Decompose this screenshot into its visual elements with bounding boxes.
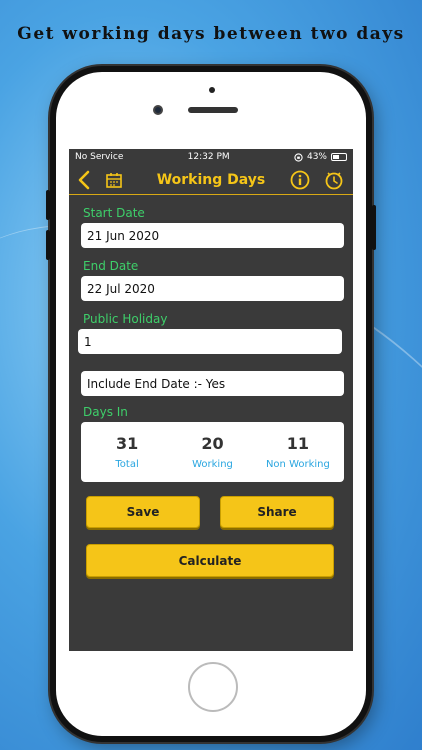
battery-icon (330, 153, 347, 161)
days-summary-card: 31 Total 20 Working 11 Non Working (81, 422, 344, 482)
home-button[interactable] (188, 662, 238, 712)
phone-frame: No Service 12:32 PM 43% Working Days Sta… (50, 66, 372, 742)
total-days-value: 31 (115, 434, 139, 453)
total-days-caption: Total (115, 459, 139, 470)
front-camera (153, 105, 163, 115)
volume-up-button (46, 190, 50, 220)
earpiece-speaker (188, 107, 238, 113)
share-button[interactable]: Share (220, 496, 334, 528)
battery-percent: 43% (306, 152, 327, 162)
end-date-label: End Date (83, 259, 139, 273)
app-screen: No Service 12:32 PM 43% Working Days Sta… (69, 149, 353, 651)
days-in-label: Days In (83, 405, 128, 419)
non-working-days-value: 11 (286, 434, 310, 453)
page-title: Working Days (156, 171, 266, 188)
working-days-caption: Working (192, 459, 233, 470)
start-date-label: Start Date (83, 206, 145, 220)
volume-down-button (46, 230, 50, 260)
end-date-field[interactable]: 22 Jul 2020 (81, 276, 344, 301)
carrier-text: No Service (75, 152, 124, 162)
promo-headline: Get working days between two days (17, 24, 405, 44)
clock-icon[interactable] (324, 170, 344, 190)
include-end-date-selector[interactable]: Include End Date :- Yes (81, 371, 344, 396)
power-button (372, 205, 376, 250)
save-button[interactable]: Save (86, 496, 200, 528)
proximity-sensor (209, 87, 215, 93)
orientation-lock-icon (294, 152, 303, 162)
non-working-days-caption: Non Working (265, 459, 330, 470)
non-working-stat: 11 Non Working (256, 422, 340, 482)
status-bar: No Service 12:32 PM 43% (69, 149, 353, 165)
status-right: 43% (294, 152, 347, 162)
clock-text: 12:32 PM (187, 152, 230, 162)
working-stat: 20 Working (170, 422, 254, 482)
info-icon[interactable] (290, 170, 310, 190)
public-holiday-label: Public Holiday (83, 312, 168, 326)
calculate-button[interactable]: Calculate (86, 544, 334, 577)
nav-bar: Working Days (69, 165, 353, 195)
public-holiday-input[interactable]: 1 (78, 329, 342, 354)
start-date-field[interactable]: 21 Jun 2020 (81, 223, 344, 248)
working-days-value: 20 (201, 434, 224, 453)
total-stat: 31 Total (85, 422, 169, 482)
